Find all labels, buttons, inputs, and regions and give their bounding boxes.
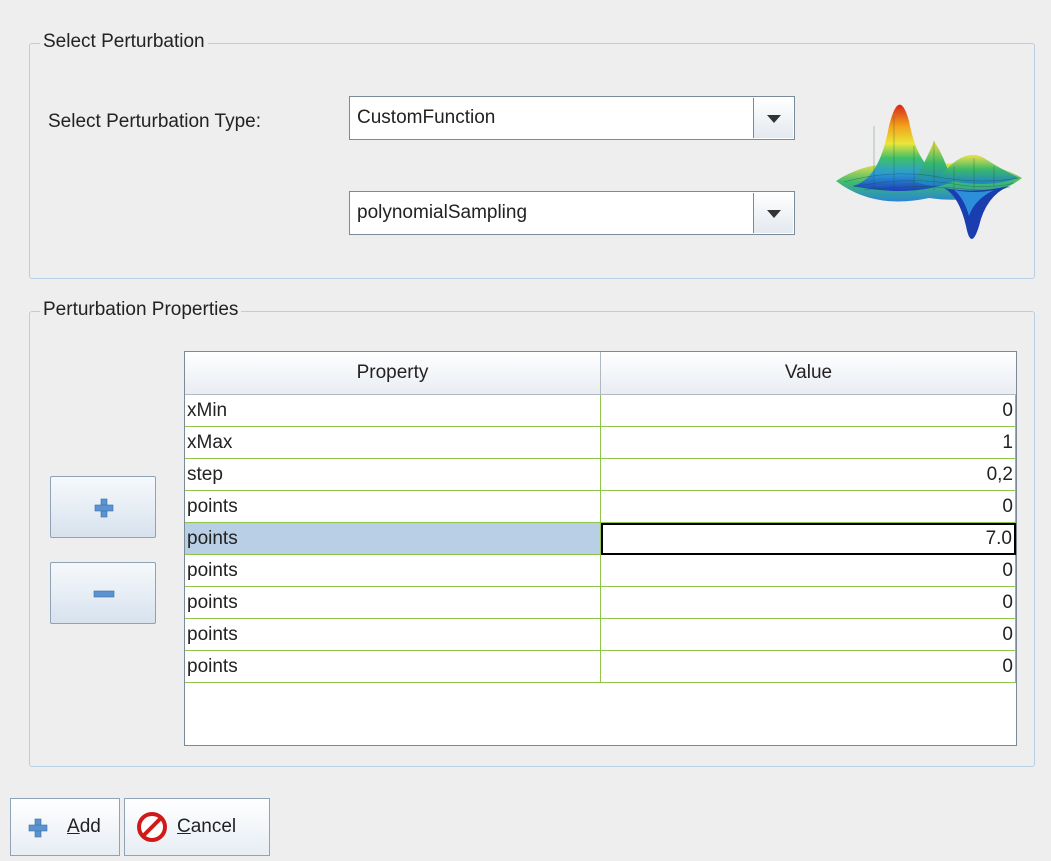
table-body: xMin 0 xMax 1 step 0,2 points 0 points 7…: [185, 395, 1016, 683]
table-row[interactable]: points 0: [185, 587, 1016, 619]
value-cell[interactable]: 0: [601, 395, 1016, 427]
value-cell[interactable]: 1: [601, 427, 1016, 459]
value-cell[interactable]: 0: [601, 619, 1016, 651]
properties-table[interactable]: Property Value xMin 0 xMax 1 step 0,2 po…: [184, 351, 1017, 746]
property-cell[interactable]: points: [185, 651, 601, 683]
perturbation-subtype-value: polynomialSampling: [357, 202, 528, 223]
perturbation-type-combo[interactable]: CustomFunction: [349, 96, 795, 140]
remove-row-button[interactable]: [50, 562, 156, 624]
cancel-icon: [137, 812, 167, 842]
table-row[interactable]: points 0: [185, 491, 1016, 523]
property-cell[interactable]: points: [185, 587, 601, 619]
table-row[interactable]: points 0: [185, 651, 1016, 683]
add-button[interactable]: Add: [10, 798, 120, 856]
property-cell[interactable]: points: [185, 555, 601, 587]
cancel-button-label: Cancel: [177, 816, 237, 837]
surface-plot-icon: [836, 104, 1022, 239]
table-row[interactable]: points 0: [185, 555, 1016, 587]
select-perturbation-title: Select Perturbation: [40, 30, 208, 54]
property-cell[interactable]: xMin: [185, 395, 601, 427]
property-cell[interactable]: points: [185, 491, 601, 523]
value-cell[interactable]: 0,2: [601, 459, 1016, 491]
value-cell-editor[interactable]: 7.0: [601, 523, 1016, 555]
table-row[interactable]: xMin 0: [185, 395, 1016, 427]
column-header-value[interactable]: Value: [601, 352, 1016, 394]
button-bar: Add Cancel: [0, 788, 1051, 861]
table-row-selected[interactable]: points 7.0: [185, 523, 1016, 555]
table-row[interactable]: xMax 1: [185, 427, 1016, 459]
chevron-down-icon[interactable]: [753, 98, 793, 138]
plus-icon: [28, 818, 48, 838]
table-header: Property Value: [185, 352, 1016, 395]
add-row-button[interactable]: [50, 476, 156, 538]
value-cell[interactable]: 0: [601, 555, 1016, 587]
value-cell[interactable]: 0: [601, 587, 1016, 619]
perturbation-type-value: CustomFunction: [357, 107, 496, 128]
property-cell[interactable]: points: [185, 523, 601, 555]
perturbation-subtype-combo[interactable]: polynomialSampling: [349, 191, 795, 235]
property-cell[interactable]: step: [185, 459, 601, 491]
plus-icon: [94, 498, 114, 518]
property-cell[interactable]: xMax: [185, 427, 601, 459]
value-cell[interactable]: 0: [601, 491, 1016, 523]
perturbation-type-label: Select Perturbation Type:: [48, 111, 261, 132]
column-header-property[interactable]: Property: [185, 352, 601, 394]
value-cell[interactable]: 0: [601, 651, 1016, 683]
chevron-down-icon[interactable]: [753, 193, 793, 233]
perturbation-properties-title: Perturbation Properties: [40, 298, 242, 322]
table-row[interactable]: step 0,2: [185, 459, 1016, 491]
add-button-label: Add: [67, 816, 101, 837]
property-cell[interactable]: points: [185, 619, 601, 651]
table-row[interactable]: points 0: [185, 619, 1016, 651]
minus-icon: [93, 590, 115, 598]
cancel-button[interactable]: Cancel: [124, 798, 270, 856]
